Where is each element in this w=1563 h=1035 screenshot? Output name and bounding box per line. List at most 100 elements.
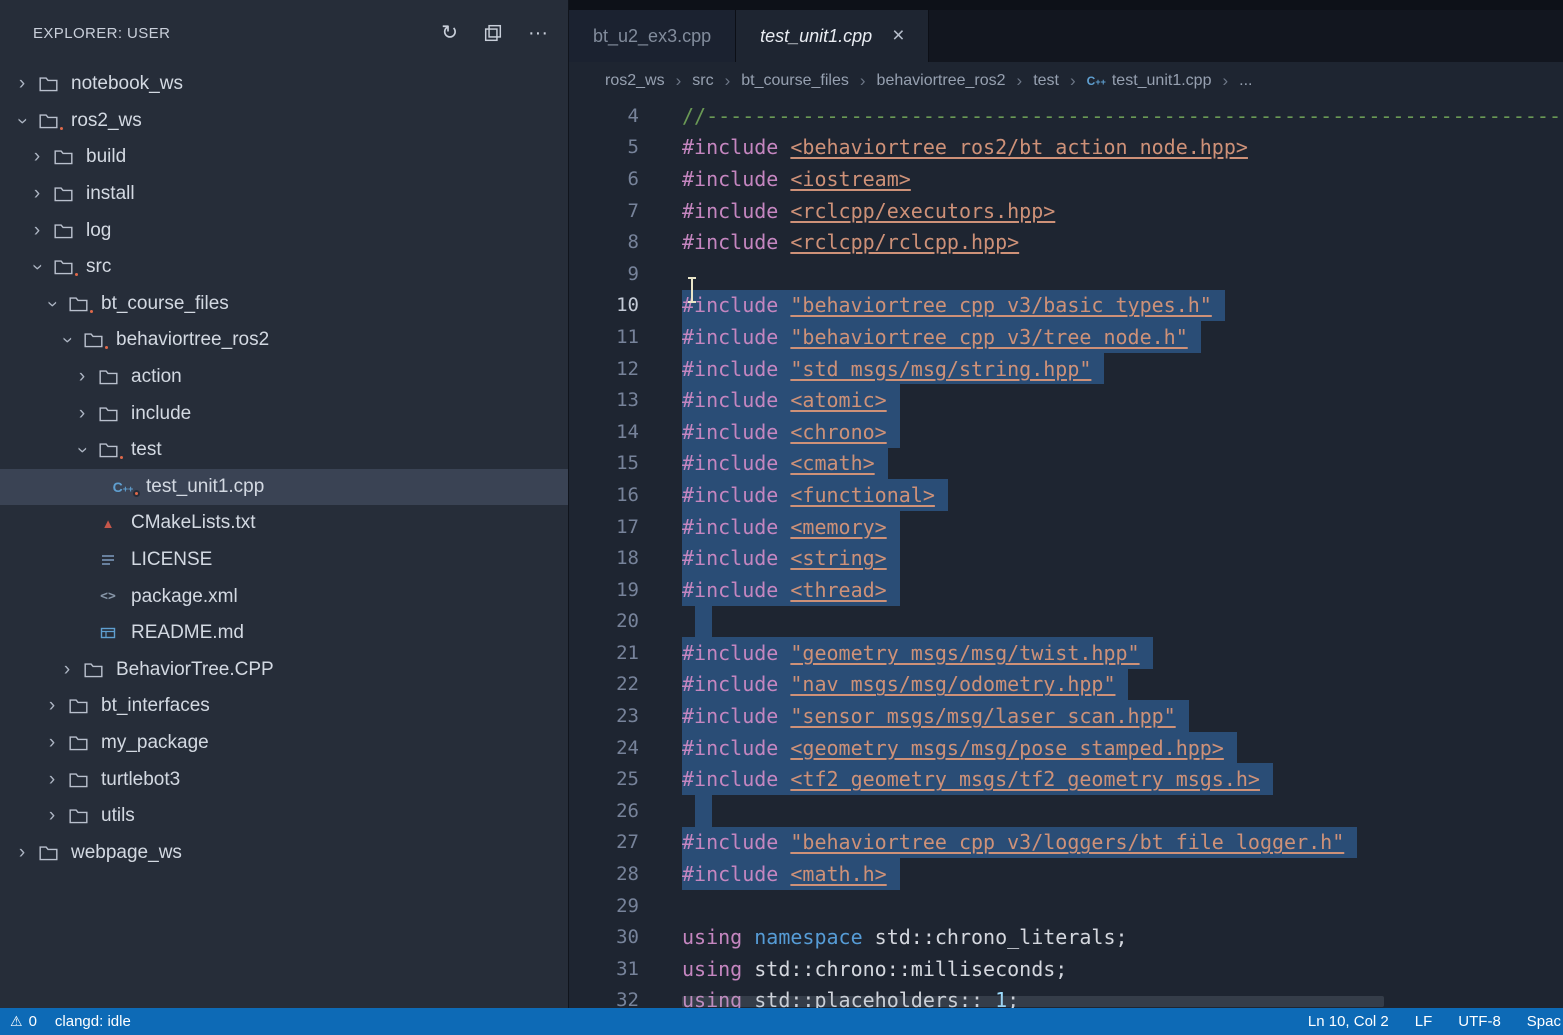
tree-folder-include[interactable]: ›include <box>0 395 568 432</box>
code-line-11[interactable]: 11#include "behaviortree_cpp_v3/tree_nod… <box>569 321 1563 353</box>
code-token: #include <box>682 767 778 791</box>
code-line-24[interactable]: 24#include <geometry_msgs/msg/pose_stamp… <box>569 732 1563 764</box>
tab-bt_u2_ex3.cpp[interactable]: bt_u2_ex3.cpp <box>569 10 736 62</box>
tree-folder-bt_course_files[interactable]: ›bt_course_files <box>0 286 568 323</box>
line-content: #include <string> <box>682 542 900 574</box>
tree-folder-action[interactable]: ›action <box>0 359 568 396</box>
line-content: #include "nav_msgs/msg/odometry.hpp" <box>682 669 1128 701</box>
code-line-12[interactable]: 12#include "std_msgs/msg/string.hpp" <box>569 353 1563 385</box>
code-line-21[interactable]: 21#include "geometry_msgs/msg/twist.hpp" <box>569 637 1563 669</box>
breadcrumb-item-behaviortree_ros2[interactable]: behaviortree_ros2 <box>877 72 1006 90</box>
breadcrumb-item-test_unit1.cpp[interactable]: C++test_unit1.cpp <box>1087 72 1212 90</box>
code-line-18[interactable]: 18#include <string> <box>569 542 1563 574</box>
tab-label: bt_u2_ex3.cpp <box>593 26 711 47</box>
chevron-right-icon: › <box>70 403 94 425</box>
line-number: 12 <box>569 353 639 385</box>
tree-file-package.xml[interactable]: ›<>package.xml <box>0 578 568 615</box>
breadcrumb-separator: › <box>725 71 731 91</box>
tree-folder-turtlebot3[interactable]: ›turtlebot3 <box>0 761 568 798</box>
tree-folder-webpage_ws[interactable]: ›webpage_ws <box>0 834 568 871</box>
tree-file-test_unit1.cpp[interactable]: ›C++test_unit1.cpp <box>0 469 568 506</box>
more-actions-icon[interactable]: ··· <box>528 23 548 43</box>
tree-folder-ros2_ws[interactable]: ›ros2_ws <box>0 103 568 140</box>
editor-top-band <box>569 0 1563 10</box>
code-line-7[interactable]: 7#include <rclcpp/executors.hpp> <box>569 195 1563 227</box>
tab-test_unit1.cpp[interactable]: test_unit1.cpp× <box>736 10 929 62</box>
folder-icon <box>94 369 122 385</box>
breadcrumb-separator: › <box>860 71 866 91</box>
tree-file-CMakeLists.txt[interactable]: ›▲CMakeLists.txt <box>0 505 568 542</box>
cursor-position[interactable]: Ln 10, Col 2 <box>1308 1013 1389 1030</box>
code-token: "geometry_msgs/msg/twist.hpp" <box>790 641 1139 665</box>
code-line-19[interactable]: 19#include <thread> <box>569 574 1563 606</box>
code-line-16[interactable]: 16#include <functional> <box>569 479 1563 511</box>
code-line-4[interactable]: 4//-------------------------------------… <box>569 100 1563 132</box>
close-icon[interactable]: × <box>892 24 904 48</box>
code-token: #include <box>682 546 778 570</box>
chevron-down-icon: › <box>26 255 48 279</box>
tree-folder-BehaviorTree.CPP[interactable]: ›BehaviorTree.CPP <box>0 652 568 689</box>
tree-folder-behaviortree_ros2[interactable]: ›behaviortree_ros2 <box>0 322 568 359</box>
code-line-29[interactable]: 29 <box>569 890 1563 922</box>
breadcrumb-item-ros2_ws[interactable]: ros2_ws <box>605 72 665 90</box>
clangd-status[interactable]: clangd: idle <box>55 1013 131 1030</box>
tree-folder-bt_interfaces[interactable]: ›bt_interfaces <box>0 688 568 725</box>
code-line-14[interactable]: 14#include <chrono> <box>569 416 1563 448</box>
code-token: #include <box>682 483 778 507</box>
tree-folder-notebook_ws[interactable]: ›notebook_ws <box>0 66 568 103</box>
line-content: //--------------------------------------… <box>682 100 1563 132</box>
code-line-10[interactable]: 10#include "behaviortree_cpp_v3/basic_ty… <box>569 290 1563 322</box>
tree-folder-my_package[interactable]: ›my_package <box>0 725 568 762</box>
tree-folder-src[interactable]: ›src <box>0 249 568 286</box>
code-token <box>778 672 790 696</box>
code-line-13[interactable]: 13#include <atomic> <box>569 384 1563 416</box>
encoding-indicator[interactable]: UTF-8 <box>1458 1013 1501 1030</box>
code-line-27[interactable]: 27#include "behaviortree_cpp_v3/loggers/… <box>569 827 1563 859</box>
code-line-30[interactable]: 30using namespace std::chrono_literals; <box>569 921 1563 953</box>
code-token <box>778 830 790 854</box>
tree-file-LICENSE[interactable]: ›LICENSE <box>0 542 568 579</box>
breadcrumb-item-bt_course_files[interactable]: bt_course_files <box>741 72 849 90</box>
folder-icon <box>49 259 77 275</box>
tree-item-label: ros2_ws <box>71 110 142 132</box>
code-line-26[interactable]: 26 <box>569 795 1563 827</box>
breadcrumb-item-test[interactable]: test <box>1033 72 1059 90</box>
tree-folder-test[interactable]: ›test <box>0 432 568 469</box>
indent-indicator[interactable]: Spac <box>1527 1013 1561 1030</box>
code-line-22[interactable]: 22#include "nav_msgs/msg/odometry.hpp" <box>569 669 1563 701</box>
breadcrumb-item-...[interactable]: ... <box>1239 72 1252 90</box>
code-line-31[interactable]: 31using std::chrono::milliseconds; <box>569 953 1563 985</box>
code-token: "behaviortree_cpp_v3/basic_types.h" <box>790 293 1211 317</box>
code-line-25[interactable]: 25#include <tf2_geometry_msgs/tf2_geomet… <box>569 763 1563 795</box>
file-tree: ›notebook_ws›ros2_ws›build›install›log›s… <box>0 66 568 1008</box>
tree-folder-install[interactable]: ›install <box>0 176 568 213</box>
new-window-icon[interactable] <box>484 24 502 42</box>
eol-indicator[interactable]: LF <box>1415 1013 1433 1030</box>
tree-folder-build[interactable]: ›build <box>0 139 568 176</box>
code-line-5[interactable]: 5#include <behaviortree_ros2/bt_action_n… <box>569 132 1563 164</box>
line-number: 5 <box>569 132 639 164</box>
breadcrumb-label: test_unit1.cpp <box>1112 72 1212 90</box>
code-line-17[interactable]: 17#include <memory> <box>569 511 1563 543</box>
code-line-15[interactable]: 15#include <cmath> <box>569 448 1563 480</box>
code-line-23[interactable]: 23#include "sensor_msgs/msg/laser_scan.h… <box>569 700 1563 732</box>
tree-file-README.md[interactable]: ›README.md <box>0 615 568 652</box>
line-number: 15 <box>569 448 639 480</box>
code-token: #include <box>682 641 778 665</box>
editor[interactable]: 4//-------------------------------------… <box>569 100 1563 1008</box>
code-token: <chrono> <box>790 420 886 444</box>
code-line-6[interactable]: 6#include <iostream> <box>569 163 1563 195</box>
code-line-20[interactable]: 20 <box>569 606 1563 638</box>
line-content: #include "behaviortree_cpp_v3/tree_node.… <box>682 321 1201 353</box>
refresh-icon[interactable]: ↻ <box>441 23 458 43</box>
code-line-8[interactable]: 8#include <rclcpp/rclcpp.hpp> <box>569 226 1563 258</box>
horizontal-scrollbar[interactable] <box>682 996 1384 1007</box>
problems-indicator[interactable]: ⚠ 0 <box>10 1013 37 1030</box>
code-token <box>778 578 790 602</box>
code-line-28[interactable]: 28#include <math.h> <box>569 858 1563 890</box>
breadcrumb-item-src[interactable]: src <box>692 72 713 90</box>
code-line-9[interactable]: 9 <box>569 258 1563 290</box>
tree-folder-log[interactable]: ›log <box>0 212 568 249</box>
code-token: #include <box>682 357 778 381</box>
tree-folder-utils[interactable]: ›utils <box>0 798 568 835</box>
